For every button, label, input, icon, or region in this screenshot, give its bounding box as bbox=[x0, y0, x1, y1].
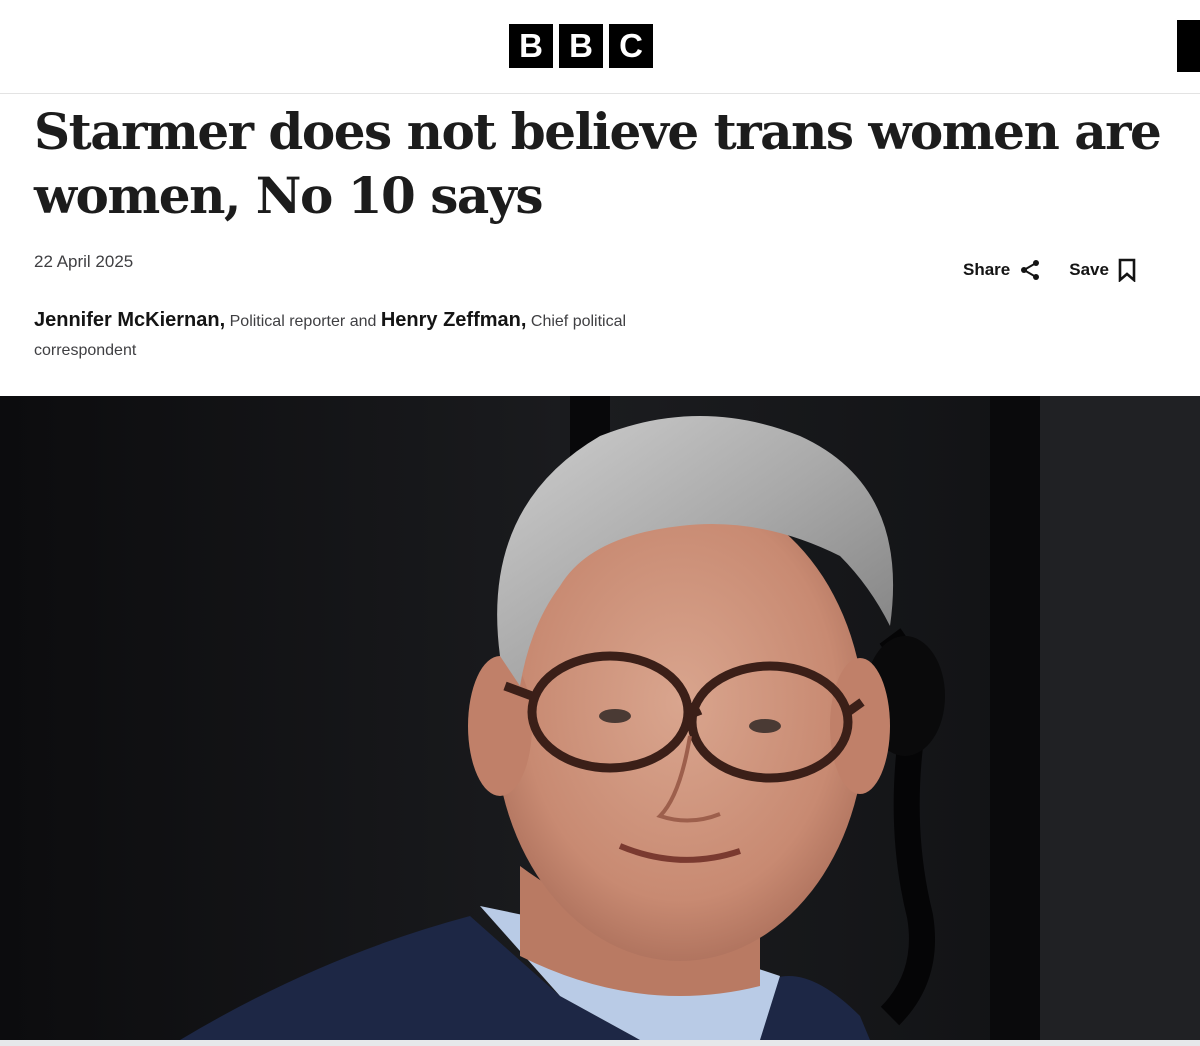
byline: Jennifer McKiernan, Political reporter a… bbox=[34, 306, 674, 365]
share-icon bbox=[1019, 259, 1041, 281]
menu-button[interactable] bbox=[1177, 20, 1200, 72]
hero-photo bbox=[0, 396, 1200, 1040]
article-headline: Starmer does not believe trans women are… bbox=[34, 102, 1162, 225]
publish-date: 22 April 2025 bbox=[34, 252, 134, 271]
bookmark-icon bbox=[1118, 258, 1136, 282]
article-page: B B C Starmer does not believe trans wom… bbox=[0, 0, 1200, 1046]
masthead: B B C bbox=[0, 0, 1200, 94]
save-label: Save bbox=[1069, 260, 1109, 279]
bbc-logo[interactable]: B B C bbox=[509, 24, 653, 68]
logo-letter: B bbox=[559, 24, 603, 68]
share-button[interactable]: Share bbox=[963, 259, 1041, 281]
logo-letter: C bbox=[609, 24, 653, 68]
bottom-divider bbox=[0, 1040, 1200, 1046]
author-role: Political reporter bbox=[229, 313, 346, 330]
save-button[interactable]: Save bbox=[1069, 258, 1136, 282]
byline-joiner: and bbox=[349, 313, 377, 330]
share-label: Share bbox=[963, 260, 1011, 279]
author-name[interactable]: Henry Zeffman, bbox=[381, 309, 527, 331]
author-name[interactable]: Jennifer McKiernan, bbox=[34, 309, 225, 331]
article-actions: Share Save bbox=[963, 258, 1136, 282]
logo-letter: B bbox=[509, 24, 553, 68]
